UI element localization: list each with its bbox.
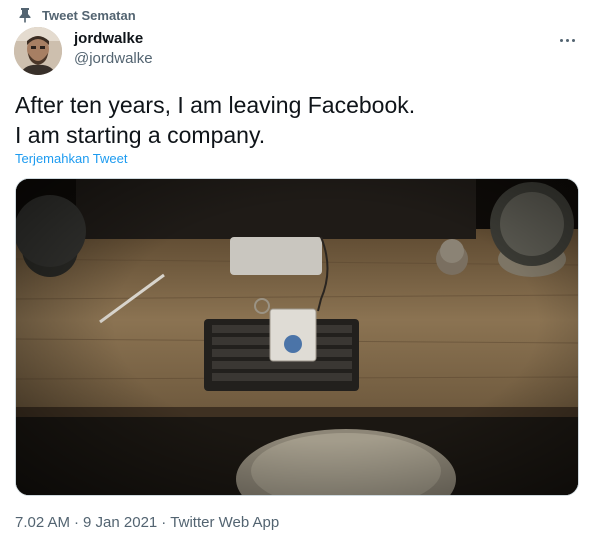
translate-tweet-link[interactable]: Terjemahkan Tweet	[15, 151, 128, 166]
display-name[interactable]: jordwalke	[74, 30, 153, 48]
pin-icon	[16, 6, 34, 24]
separator: ·	[74, 514, 80, 531]
tweet-source[interactable]: Twitter Web App	[170, 514, 279, 531]
avatar[interactable]	[14, 27, 62, 75]
pinned-label: Tweet Sematan	[42, 7, 136, 23]
tweet-photo[interactable]	[15, 178, 579, 496]
separator: ·	[161, 514, 167, 531]
tweet-text: After ten years, I am leaving Facebook. …	[15, 92, 416, 148]
user-info: jordwalke @jordwalke	[74, 30, 153, 69]
pinned-indicator: Tweet Sematan	[16, 6, 136, 24]
user-handle[interactable]: @jordwalke	[74, 49, 153, 69]
desk-photo	[16, 179, 578, 495]
tweet-meta: 7.02 AM · 9 Jan 2021 · Twitter Web App	[15, 514, 279, 531]
more-icon[interactable]	[555, 30, 579, 50]
tweet-date[interactable]: 9 Jan 2021	[83, 514, 157, 531]
tweet-time[interactable]: 7.02 AM	[15, 514, 70, 531]
